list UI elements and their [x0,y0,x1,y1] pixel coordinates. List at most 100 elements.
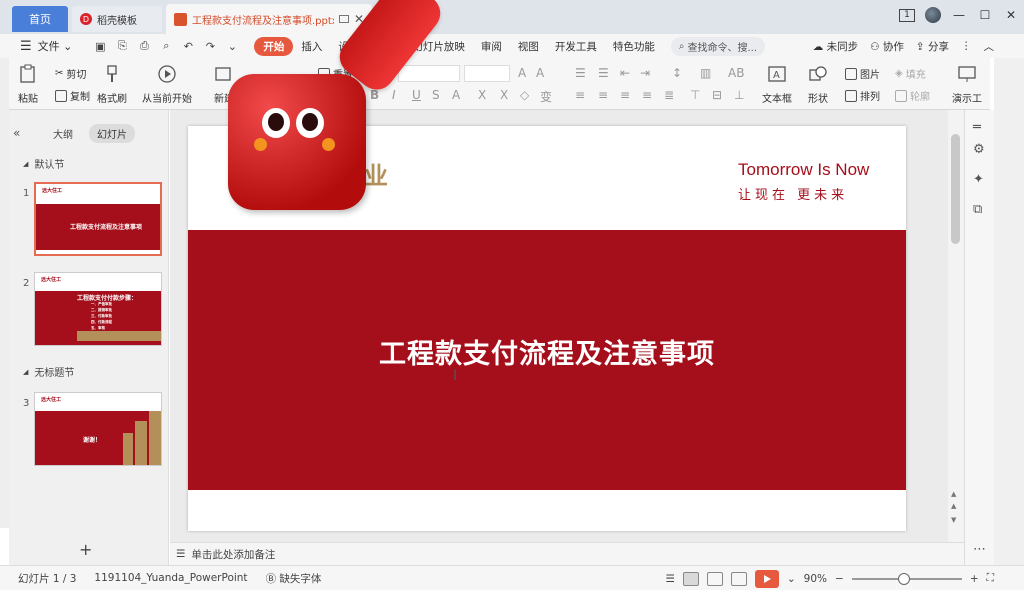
copy-button[interactable]: 复制 [55,88,90,103]
font-grow-icon[interactable]: A [518,66,526,80]
collapse-ribbon-icon[interactable]: ︿ [984,39,995,54]
scroll-prev-icon[interactable]: ▲ [951,502,956,510]
align-middle-icon[interactable]: ⊟ [712,88,722,102]
menu-tab-view[interactable]: 视图 [510,39,547,54]
collab-button[interactable]: ⚇ 协作 [870,39,904,54]
section-default[interactable]: ◢ 默认节 [23,156,64,172]
bold-icon[interactable]: B [370,88,379,102]
maximize-button[interactable]: ☐ [972,1,998,29]
menu-tab-features[interactable]: 特色功能 [605,39,663,54]
save-icon[interactable]: ▣ [92,40,108,53]
font-color-icon[interactable]: A [452,88,460,102]
paste-button[interactable]: 粘贴 [18,64,38,105]
presentation-tools-button[interactable]: 演示工 [952,64,982,105]
add-slide-button[interactable]: + [79,540,92,559]
minimize-button[interactable]: — [946,1,972,29]
menu-tab-insert[interactable]: 插入 [293,39,330,54]
bullets-icon[interactable]: ☰ [575,66,586,80]
share-button[interactable]: ⇪ 分享 [916,39,949,54]
columns-icon[interactable]: ▥ [700,66,711,80]
scroll-next-icon[interactable]: ▼ [951,516,956,524]
tagline-chinese[interactable]: 让现在 更未来 [738,184,848,203]
sync-status[interactable]: ☁ 未同步 [813,39,858,54]
notes-bar[interactable]: ☰ 单击此处添加备注 [170,542,964,565]
preview-icon[interactable]: ⌕ [158,39,174,53]
view-outline-tab[interactable]: 大纲 [53,126,73,141]
cut-button[interactable]: ✂ 剪切 [55,66,86,81]
monitor-icon[interactable] [338,15,349,23]
font-size-select[interactable] [464,65,510,82]
line-spacing-icon[interactable]: ↕ [672,66,682,80]
hamburger-icon[interactable]: ☰ [20,39,32,54]
command-search[interactable]: ⌕ 查找命令、搜... [670,36,766,56]
slideshow-options-icon[interactable]: ⌄ [787,573,796,585]
tab-home[interactable]: 首页 [12,6,68,32]
tab-templates[interactable]: D 稻壳模板 [72,6,162,32]
theme-name[interactable]: 1191104_Yuanda_PowerPoint [94,572,247,584]
undo-icon[interactable]: ↶ [180,40,196,53]
superscript-icon[interactable]: X [478,88,486,102]
phonetic-icon[interactable]: 变 [540,88,552,105]
align-bottom-icon[interactable]: ⊥ [734,88,744,102]
textbox-button[interactable]: A 文本框 [762,64,792,105]
slide-thumbnail-2[interactable]: 远大住工 工程款支付付款步骤： 一、产值审批 二、报销审批 三、付款审批 四、付… [34,272,162,346]
fill-button[interactable]: ◈ 填充 [895,66,926,81]
close-window-button[interactable]: ✕ [998,1,1024,29]
window-switch-button[interactable]: 1 [894,1,920,29]
scrollbar-thumb[interactable] [951,134,960,244]
play-slideshow-button[interactable] [754,569,779,588]
slide-thumbnail-1[interactable]: 远大住工 工程款支付流程及注意事项 [34,182,162,256]
print-icon[interactable]: ⎙ [136,39,152,53]
tab-document[interactable]: 工程款支付流程及注意事项.pptx ✕ [166,4,372,34]
indent-increase-icon[interactable]: ⇥ [640,66,650,80]
zoom-slider-knob[interactable] [897,572,910,585]
section-untitled[interactable]: ◢ 无标题节 [23,364,74,380]
export-icon[interactable]: ⎘ [114,39,130,53]
clear-format-icon[interactable]: ◇ [520,88,529,102]
zoom-level[interactable]: 90% [804,573,827,585]
distribute-icon[interactable]: ≣ [664,88,674,102]
outline-button[interactable]: 轮廓 [895,88,930,103]
normal-view-icon[interactable] [682,571,699,586]
menu-tab-developer[interactable]: 开发工具 [547,39,605,54]
format-painter-button[interactable]: 格式刷 [97,64,127,105]
missing-font-indicator[interactable]: Ⓑ 缺失字体 [266,571,322,586]
zoom-slider[interactable] [851,572,962,585]
arrange-button[interactable]: 排列 [845,88,880,103]
transition-pane-icon[interactable]: ⧉ [973,202,982,217]
more-menu-icon[interactable]: ⋮ [961,40,972,52]
align-top-icon[interactable]: ⊤ [690,88,700,102]
underline-icon[interactable]: U [412,88,421,102]
more-pane-icon[interactable]: ⋯ [973,542,986,557]
slide-thumbnail-3[interactable]: 远大住工 谢谢！ [34,392,162,466]
collapse-panel-icon[interactable]: « [13,126,20,140]
canvas-scrollbar[interactable]: ▲ ▲ ▼ [948,110,964,542]
shape-button[interactable]: 形状 [808,64,828,105]
pin-icon[interactable]: ✦ [973,172,984,187]
view-slides-tab[interactable]: 幻灯片 [89,124,135,143]
sorter-view-icon[interactable] [706,571,723,586]
tagline-english[interactable]: Tomorrow Is Now [738,160,869,180]
slide-title[interactable]: 工程款支付流程及注意事项 [188,332,906,371]
strike-icon[interactable]: S [432,88,440,102]
properties-icon[interactable]: ⚙ [973,142,985,157]
justify-icon[interactable]: ≡ [642,88,652,102]
zoom-in-icon[interactable]: + [970,573,979,585]
align-right-icon[interactable]: ≡ [620,88,630,102]
user-avatar[interactable] [920,1,946,29]
more-quick-icon[interactable]: ⌄ [224,40,240,53]
fit-window-icon[interactable]: ⛶ [987,572,994,585]
italic-icon[interactable]: I [392,88,396,102]
menu-tab-review[interactable]: 审阅 [473,39,510,54]
font-shrink-icon[interactable]: A [536,66,544,80]
redo-icon[interactable]: ↷ [202,40,218,53]
menu-tab-start[interactable]: 开始 [254,36,294,56]
scroll-up-icon[interactable]: ▲ [951,490,956,498]
zoom-out-icon[interactable]: − [835,573,844,585]
menu-file[interactable]: 文件 ⌄ [38,38,73,54]
numbering-icon[interactable]: ☰ [598,66,609,80]
font-name-select[interactable] [398,65,460,82]
reading-view-icon[interactable] [730,571,747,586]
text-direction-icon[interactable]: AB [728,66,744,80]
play-current-button[interactable]: 从当前开始 [142,64,192,105]
